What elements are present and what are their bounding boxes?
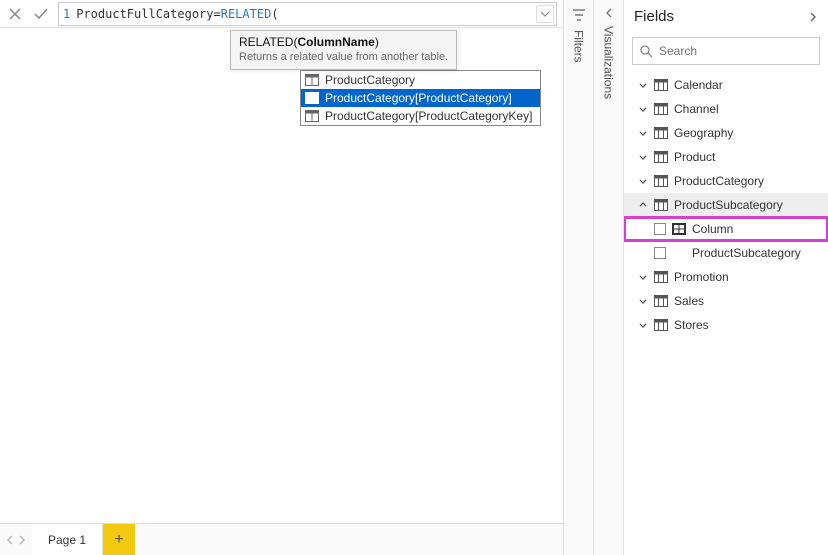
table-icon bbox=[654, 103, 668, 115]
chevron-left-icon bbox=[604, 8, 614, 18]
table-icon bbox=[654, 319, 668, 331]
formula-expand-toggle[interactable] bbox=[536, 5, 554, 23]
chevron-icon bbox=[638, 80, 648, 90]
field-label: Channel bbox=[674, 102, 719, 116]
field-table-stores[interactable]: Stores bbox=[624, 313, 828, 337]
table-icon bbox=[654, 79, 668, 91]
chevron-icon bbox=[638, 176, 648, 186]
field-table-geography[interactable]: Geography bbox=[624, 121, 828, 145]
table-icon bbox=[654, 199, 668, 211]
search-icon bbox=[639, 44, 653, 58]
field-label: Product bbox=[674, 150, 715, 164]
field-label: Sales bbox=[674, 294, 704, 308]
field-table-channel[interactable]: Channel bbox=[624, 97, 828, 121]
visualizations-label: Visualizations bbox=[602, 26, 616, 99]
fields-tree: Calendar Channel Geography Product ProductCa… bbox=[624, 73, 828, 555]
tab-nav-prev[interactable] bbox=[6, 535, 14, 545]
field-column-column[interactable]: Column bbox=[624, 217, 828, 241]
chevron-icon bbox=[638, 320, 648, 330]
chevron-icon bbox=[638, 272, 648, 282]
page-tab-strip: Page 1 + bbox=[0, 523, 563, 555]
field-table-promotion[interactable]: Promotion bbox=[624, 265, 828, 289]
commit-formula-button[interactable] bbox=[32, 5, 50, 23]
field-column-productsubcategory[interactable]: ProductSubcategory bbox=[624, 241, 828, 265]
table-icon bbox=[654, 151, 668, 163]
suggestion-item[interactable]: ProductCategory[ProductCategory] bbox=[301, 89, 540, 107]
formula-bar[interactable]: 1 ProductFullCategory=RELATED( bbox=[58, 2, 557, 26]
page-tab[interactable]: Page 1 bbox=[32, 524, 103, 555]
table-icon bbox=[654, 295, 668, 307]
table-icon bbox=[654, 127, 668, 139]
fields-search[interactable] bbox=[632, 37, 820, 65]
field-label: Geography bbox=[674, 126, 733, 140]
field-checkbox[interactable] bbox=[654, 247, 666, 259]
field-table-calendar[interactable]: Calendar bbox=[624, 73, 828, 97]
visualizations-rail[interactable]: Visualizations bbox=[593, 0, 623, 555]
table-icon bbox=[305, 91, 319, 105]
chevron-icon bbox=[638, 104, 648, 114]
field-table-productsubcategory[interactable]: ProductSubcategory bbox=[624, 193, 828, 217]
field-label: Calendar bbox=[674, 78, 723, 92]
suggestion-item[interactable]: ProductCategory[ProductCategoryKey] bbox=[301, 107, 540, 125]
cancel-formula-button[interactable] bbox=[6, 5, 24, 23]
collapse-fields-icon[interactable] bbox=[808, 11, 818, 23]
field-table-productcategory[interactable]: ProductCategory bbox=[624, 169, 828, 193]
field-table-sales[interactable]: Sales bbox=[624, 289, 828, 313]
table-icon bbox=[305, 73, 319, 87]
fields-search-input[interactable] bbox=[659, 44, 814, 58]
field-label: Promotion bbox=[674, 270, 729, 284]
intellisense-suggestions: ProductCategory ProductCategory[ProductC… bbox=[300, 70, 541, 126]
chevron-icon bbox=[638, 200, 648, 210]
table-icon bbox=[654, 271, 668, 283]
formula-text: ProductFullCategory=RELATED( bbox=[76, 7, 278, 21]
field-label: ProductSubcategory bbox=[674, 198, 783, 212]
chevron-icon bbox=[638, 128, 648, 138]
tab-nav-next[interactable] bbox=[18, 535, 26, 545]
fields-pane-title: Fields bbox=[634, 8, 674, 25]
field-label: ProductSubcategory bbox=[692, 246, 801, 260]
chevron-icon bbox=[638, 296, 648, 306]
filters-icon bbox=[572, 8, 586, 22]
field-label: Stores bbox=[674, 318, 709, 332]
chevron-icon bbox=[638, 152, 648, 162]
intellisense-tooltip: RELATED(ColumnName) Returns a related va… bbox=[230, 30, 457, 70]
formula-line-number: 1 bbox=[63, 7, 70, 21]
fields-pane: Fields Calendar Channel Geography Product Pr… bbox=[623, 0, 828, 555]
field-checkbox[interactable] bbox=[654, 223, 666, 235]
table-icon bbox=[654, 175, 668, 187]
field-table-product[interactable]: Product bbox=[624, 145, 828, 169]
field-label: ProductCategory bbox=[674, 174, 764, 188]
suggestion-item[interactable]: ProductCategory bbox=[301, 71, 540, 89]
table-icon bbox=[305, 109, 319, 123]
filters-label: Filters bbox=[572, 30, 586, 63]
add-page-button[interactable]: + bbox=[103, 524, 135, 555]
filters-rail[interactable]: Filters bbox=[563, 0, 593, 555]
field-label: Column bbox=[692, 222, 733, 236]
column-icon bbox=[672, 223, 686, 235]
